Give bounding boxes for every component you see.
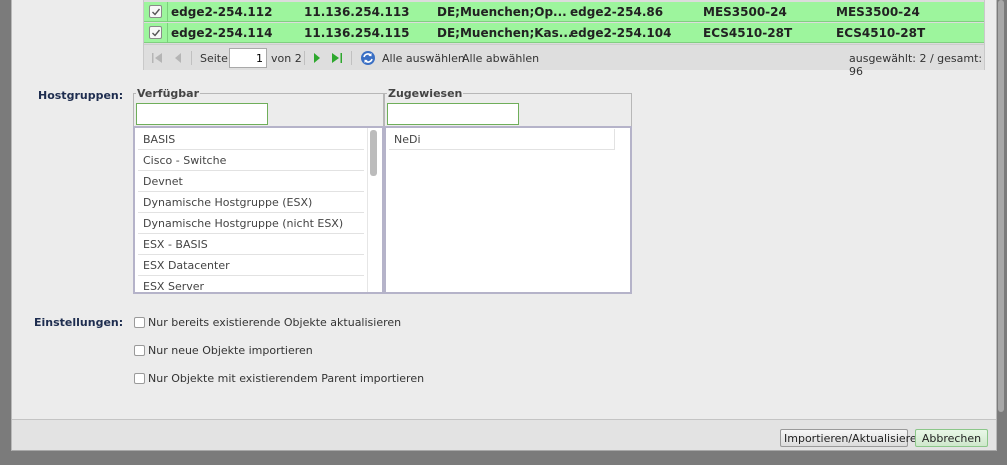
row-separator	[167, 23, 168, 43]
available-groups-fieldset: Verfügbar BASIS Cisco - Switche Devnet D…	[133, 87, 384, 294]
option-label: Nur Objekte mit existierendem Parent imp…	[148, 372, 425, 385]
cancel-button[interactable]: Abbrechen	[915, 429, 988, 447]
dialog-scrollbar[interactable]	[996, 0, 1007, 418]
page-number-input[interactable]	[229, 48, 267, 68]
available-filter-input[interactable]	[136, 103, 268, 125]
table-row[interactable]: edge2-254.112 11.136.254.113 DE;Muenchen…	[144, 2, 984, 22]
toolbar-separator	[304, 51, 305, 65]
last-page-icon[interactable]	[331, 52, 343, 67]
cell-hostname: edge2-254.112	[171, 5, 273, 19]
checkbox[interactable]	[134, 345, 145, 356]
hostgroups-label: Hostgruppen:	[38, 89, 124, 102]
option-label: Nur bereits existierende Objekte aktuali…	[148, 316, 402, 329]
next-page-icon[interactable]	[312, 52, 322, 67]
dialog-scrollbar-thumb[interactable]	[998, 0, 1004, 412]
dialog-footer: Importieren/Aktualisieren Abbrechen	[12, 419, 996, 450]
table-row[interactable]: edge2-254.114 11.136.254.115 DE;Muenchen…	[144, 23, 984, 43]
device-grid: edge2-254.112 11.136.254.113 DE;Muenchen…	[143, 0, 985, 78]
available-legend: Verfügbar	[136, 87, 201, 100]
list-item[interactable]: Devnet	[138, 171, 364, 192]
list-item[interactable]: Dynamische Hostgruppe (nicht ESX)	[138, 213, 364, 234]
cell-parent: edge2-254.86	[570, 5, 664, 19]
cell-type: MES3500-24	[836, 5, 920, 19]
list-scrollbar-track	[367, 128, 368, 292]
cell-parent: edge2-254.104	[570, 26, 672, 40]
first-page-icon[interactable]	[151, 52, 163, 67]
row-checkbox[interactable]	[149, 26, 162, 39]
import-dialog: edge2-254.112 11.136.254.113 DE;Muenchen…	[11, 0, 1004, 451]
list-item[interactable]: NeDi	[389, 129, 615, 150]
checkbox[interactable]	[134, 373, 145, 384]
toolbar-separator	[191, 51, 192, 65]
selection-summary: ausgewählt: 2 / gesamt: 96	[849, 52, 983, 78]
cell-location: DE;Muenchen;Op...	[437, 5, 567, 19]
option-label: Nur neue Objekte importieren	[148, 344, 313, 357]
cell-ip: 11.136.254.113	[304, 5, 410, 19]
refresh-icon[interactable]	[360, 50, 376, 69]
deselect-all-button[interactable]: Alle abwählen	[462, 52, 539, 65]
cell-model: MES3500-24	[703, 5, 787, 19]
list-item[interactable]: ESX - BASIS	[138, 234, 364, 255]
list-scrollbar[interactable]	[370, 130, 377, 176]
cell-hostname: edge2-254.114	[171, 26, 273, 40]
row-checkbox[interactable]	[149, 5, 162, 18]
select-all-button[interactable]: Alle auswählen	[382, 52, 465, 65]
assigned-groups-list[interactable]: NeDi	[384, 126, 632, 294]
cell-location: DE;Muenchen;Kas...	[437, 26, 573, 40]
list-item[interactable]: ESX Datacenter	[138, 255, 364, 276]
list-item[interactable]: Dynamische Hostgruppe (ESX)	[138, 192, 364, 213]
list-item[interactable]: BASIS	[138, 129, 364, 150]
settings-label: Einstellungen:	[34, 316, 124, 329]
list-item[interactable]: ESX Server	[138, 276, 364, 297]
page-label: Seite	[200, 52, 228, 65]
assigned-filter-input[interactable]	[387, 103, 519, 125]
page-count-label: von 2	[271, 52, 302, 65]
assigned-groups-fieldset: Zugewiesen NeDi	[384, 87, 632, 294]
assigned-legend: Zugewiesen	[387, 87, 464, 100]
prev-page-icon[interactable]	[173, 52, 183, 67]
toolbar-separator	[351, 51, 352, 65]
checkbox[interactable]	[134, 317, 145, 328]
import-update-button[interactable]: Importieren/Aktualisieren	[780, 429, 924, 447]
cell-model: ECS4510-28T	[703, 26, 793, 40]
cell-ip: 11.136.254.115	[304, 26, 410, 40]
available-groups-list[interactable]: BASIS Cisco - Switche Devnet Dynamische …	[133, 126, 384, 294]
list-item[interactable]: Cisco - Switche	[138, 150, 364, 171]
row-separator	[167, 2, 168, 22]
pagination-toolbar: Seite von 2 Alle auswählen Alle abwählen…	[144, 44, 984, 78]
cell-type: ECS4510-28T	[836, 26, 926, 40]
